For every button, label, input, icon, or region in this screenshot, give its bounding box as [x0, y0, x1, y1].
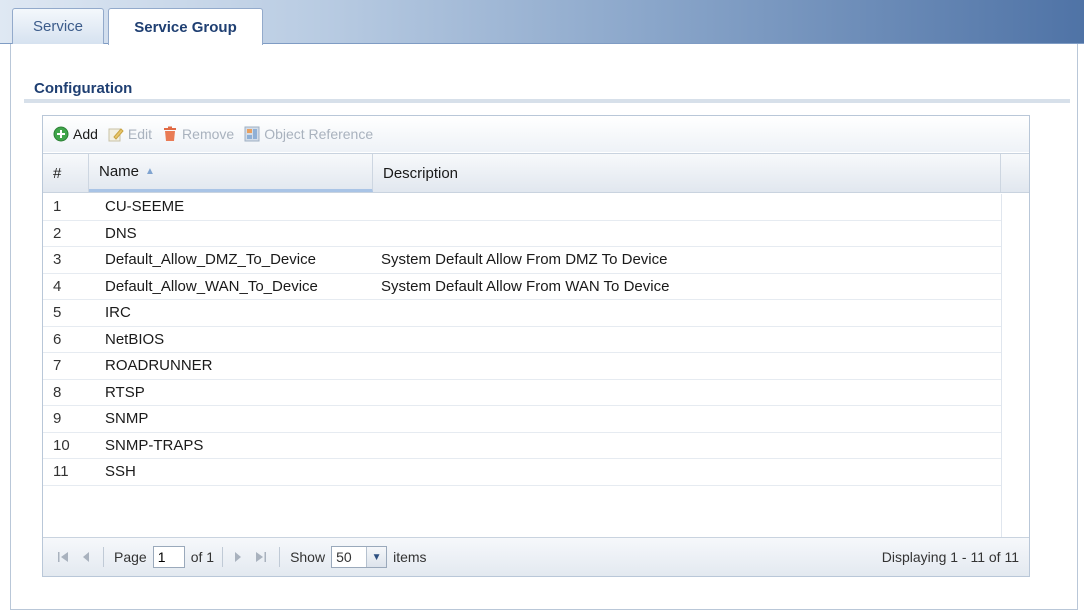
table-row[interactable]: 4 Default_Allow_WAN_To_Device System Defau… — [43, 274, 1001, 300]
column-header-number[interactable]: # — [43, 154, 89, 192]
remove-label: Remove — [182, 126, 235, 142]
add-button[interactable]: Add — [53, 126, 98, 142]
trash-icon — [162, 126, 178, 142]
row-name: IRC — [105, 304, 131, 322]
page-number-input[interactable] — [152, 546, 185, 568]
table-row[interactable]: 10 SNMP-TRAPS — [43, 433, 1001, 459]
paging-toolbar: Page of 1 Show 50 ▼ items Displaying 1 -… — [43, 537, 1029, 576]
row-number: 3 — [53, 251, 62, 269]
row-number: 1 — [53, 198, 62, 216]
last-page-button[interactable] — [255, 551, 267, 563]
edit-button[interactable]: Edit — [108, 126, 152, 142]
table-row[interactable]: 5 IRC — [43, 300, 1001, 327]
next-page-icon — [235, 552, 242, 562]
row-name: SNMP — [105, 410, 149, 428]
show-label: Show — [290, 549, 326, 565]
sort-ascending-icon: ▲ — [145, 166, 155, 177]
grid-rows: 1 CU-SEEME 2 DNS 3 Default_Allow_DMZ_To_Dev… — [43, 194, 1001, 486]
row-number: 2 — [53, 224, 62, 242]
add-label: Add — [73, 126, 98, 142]
service-group-grid: Add Edit Remove Object Reference # Name … — [42, 115, 1030, 577]
edit-label: Edit — [127, 126, 153, 142]
edit-icon — [108, 126, 124, 142]
add-icon — [53, 126, 69, 142]
tab-service[interactable]: Service — [12, 8, 104, 44]
object-reference-button[interactable]: Object Reference — [244, 126, 373, 142]
table-row[interactable]: 11 SSH — [43, 459, 1001, 486]
grid-scrollbar-track — [1001, 194, 1029, 537]
page-total-label: of 1 — [190, 549, 215, 565]
chevron-down-icon[interactable]: ▼ — [366, 547, 387, 567]
previous-page-button[interactable] — [81, 551, 91, 563]
table-row[interactable]: 6 NetBIOS — [43, 327, 1001, 353]
last-page-icon — [256, 552, 267, 562]
grid-toolbar: Add Edit Remove Object Reference — [43, 116, 1029, 152]
row-name: RTSP — [105, 383, 145, 401]
table-row[interactable]: 1 CU-SEEME — [43, 194, 1001, 221]
row-name: Default_Allow_DMZ_To_Device — [105, 251, 316, 269]
section-divider — [24, 99, 1070, 103]
pager-separator — [279, 547, 281, 567]
next-page-button[interactable] — [233, 551, 243, 563]
object-reference-label: Object Reference — [264, 126, 374, 142]
row-number: 10 — [53, 436, 70, 454]
header-scroll-spacer — [1001, 154, 1029, 192]
first-page-icon — [58, 552, 68, 562]
page-size-value: 50 — [336, 549, 352, 565]
table-row[interactable]: 8 RTSP — [43, 380, 1001, 406]
row-name: ROADRUNNER — [105, 357, 213, 375]
row-name: CU-SEEME — [105, 198, 185, 216]
display-range-text: Displaying 1 - 11 of 11 — [881, 549, 1019, 565]
row-number: 6 — [53, 330, 62, 348]
page-label: Page — [114, 549, 147, 565]
tab-service-group[interactable]: Service Group — [108, 8, 263, 45]
row-number: 7 — [53, 357, 62, 375]
pager-separator — [103, 547, 104, 567]
column-header-name-label: Name — [99, 163, 140, 180]
table-row[interactable]: 7 ROADRUNNER — [43, 353, 1001, 380]
row-number: 4 — [53, 277, 62, 295]
row-name: DNS — [105, 224, 137, 242]
page-size-select[interactable]: 50 ▼ — [331, 546, 388, 568]
section-title: Configuration — [34, 80, 133, 97]
row-description: System Default Allow From WAN To Device — [381, 277, 670, 295]
tab-bar: Service Service Group — [0, 0, 1084, 45]
column-header-name[interactable]: Name ▲ — [89, 154, 373, 192]
table-row[interactable]: 2 DNS — [43, 221, 1001, 247]
row-name: SSH — [105, 463, 136, 481]
table-row[interactable]: 9 SNMP — [43, 406, 1001, 433]
column-header-description[interactable]: Description — [373, 154, 1001, 192]
row-name: NetBIOS — [105, 330, 165, 348]
row-number: 5 — [53, 304, 62, 322]
row-name: SNMP-TRAPS — [105, 436, 204, 454]
row-description: System Default Allow From DMZ To Device — [381, 251, 668, 269]
previous-page-icon — [83, 552, 89, 562]
table-row[interactable]: 3 Default_Allow_DMZ_To_Device System Defau… — [43, 247, 1001, 274]
row-name: Default_Allow_WAN_To_Device — [105, 277, 318, 295]
items-label: items — [393, 549, 427, 565]
row-number: 8 — [53, 383, 62, 401]
grid-header: # Name ▲ Description — [43, 153, 1029, 193]
object-reference-icon — [244, 126, 260, 142]
first-page-button[interactable] — [57, 551, 69, 563]
remove-button[interactable]: Remove — [162, 126, 234, 142]
pager-separator — [222, 547, 224, 567]
row-number: 11 — [53, 463, 69, 481]
row-number: 9 — [53, 410, 62, 428]
